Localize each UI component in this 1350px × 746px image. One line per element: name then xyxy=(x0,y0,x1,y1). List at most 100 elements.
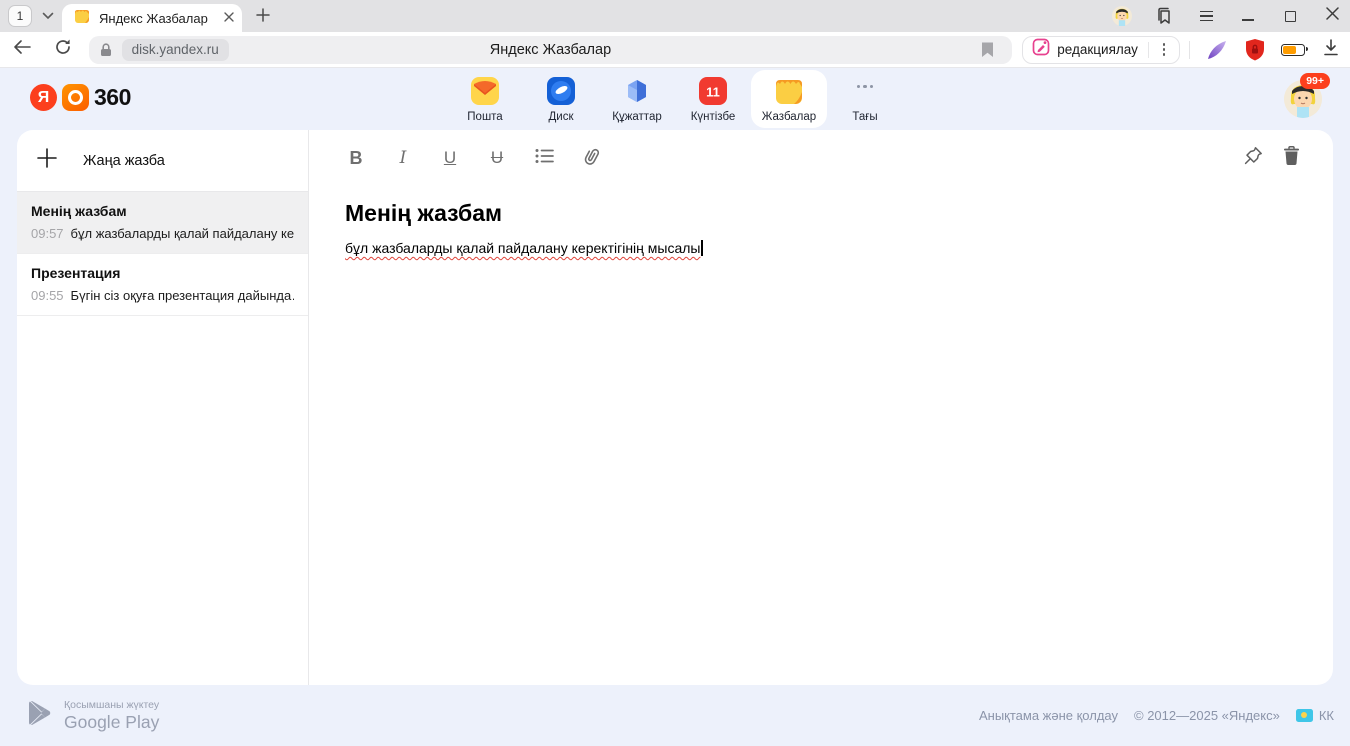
tab-title: Яндекс Жазбалар xyxy=(99,11,224,26)
app-label: Тағы xyxy=(852,111,877,123)
collections-icon[interactable] xyxy=(1154,6,1174,26)
reload-button[interactable] xyxy=(51,38,74,62)
browser-address-bar: disk.yandex.ru Яндекс Жазбалар редакциял… xyxy=(0,32,1350,68)
download-icon xyxy=(1323,39,1339,61)
browser-tab-bar: 1 Яндекс Жазбалар xyxy=(0,0,1350,32)
reload-icon xyxy=(54,38,72,61)
yandex-pen-extension-icon[interactable] xyxy=(1205,37,1230,63)
language-code: КК xyxy=(1319,708,1334,723)
paperclip-icon xyxy=(581,145,601,171)
app-more[interactable]: Тағы xyxy=(827,70,903,128)
app-notes[interactable]: Жазбалар xyxy=(751,70,827,128)
downloads-button[interactable] xyxy=(1319,37,1344,63)
app-switcher: Пошта Диск Құжаттар 11 Күнтізбе Жазбалар… xyxy=(447,70,903,128)
google-play-link[interactable]: Қосымшаны жүктеу Google Play xyxy=(28,699,159,733)
strikethrough-button[interactable]: U xyxy=(486,146,508,170)
app-label: Диск xyxy=(549,111,574,123)
tab-list-chevron-button[interactable] xyxy=(38,6,58,26)
menu-icon xyxy=(1200,11,1213,22)
note-item-preview: бұл жазбаларды қалай пайдалану ке… xyxy=(71,226,294,241)
new-tab-button[interactable] xyxy=(252,6,274,28)
app-label: Құжаттар xyxy=(612,111,661,123)
plus-icon xyxy=(37,148,57,173)
edit-mode-label: редакциялау xyxy=(1057,42,1138,57)
window-restore-button[interactable] xyxy=(1280,6,1300,26)
divider xyxy=(1148,42,1149,58)
window-minimize-button[interactable] xyxy=(1238,6,1258,26)
browser-profile-avatar[interactable] xyxy=(1112,6,1132,26)
url-input[interactable]: disk.yandex.ru Яндекс Жазбалар xyxy=(89,36,1013,64)
note-title-field[interactable]: Менің жазбам xyxy=(345,200,1297,227)
back-button[interactable] xyxy=(10,38,33,62)
notes-icon xyxy=(774,76,804,106)
mail-icon xyxy=(470,76,500,106)
notifications-badge: 99+ xyxy=(1300,73,1330,89)
documents-icon xyxy=(622,76,652,106)
note-item-time: 09:57 xyxy=(31,226,64,241)
note-editor: B I U U Менің жазбам бұл жазбаларды қала… xyxy=(309,130,1333,685)
tab-count-button[interactable]: 1 xyxy=(8,5,32,27)
plus-icon xyxy=(256,8,270,27)
window-close-button[interactable] xyxy=(1322,6,1342,26)
browser-menu-button[interactable] xyxy=(1196,6,1216,26)
app-mail[interactable]: Пошта xyxy=(447,70,523,128)
more-dots-icon xyxy=(850,76,880,106)
service-header: Я 360 Пошта Диск Құжаттар 11 Күнтізбе Жа… xyxy=(0,68,1350,130)
restore-icon xyxy=(1285,11,1296,22)
trash-icon xyxy=(1283,146,1300,170)
pin-icon xyxy=(1244,146,1263,170)
note-item-title: Менің жазбам xyxy=(31,203,294,219)
format-toolbar: B I U U xyxy=(345,130,1297,186)
italic-button[interactable]: I xyxy=(392,146,414,170)
note-body-field[interactable]: бұл жазбаларды қалай пайдалану керектігі… xyxy=(345,240,1297,256)
app-label: Пошта xyxy=(467,111,502,123)
browser-tab[interactable]: Яндекс Жазбалар xyxy=(62,4,242,32)
note-list-item[interactable]: Менің жазбам 09:57 бұл жазбаларды қалай … xyxy=(17,192,308,254)
page-footer: Қосымшаны жүктеу Google Play Анықтама жә… xyxy=(0,685,1350,746)
chevron-down-icon xyxy=(42,7,54,25)
help-support-link[interactable]: Анықтама және қолдау xyxy=(979,708,1118,723)
yandex-logo-icon: Я xyxy=(30,84,57,111)
bold-button[interactable]: B xyxy=(345,146,367,170)
app-label: Күнтізбе xyxy=(691,111,736,123)
app-label: Жазбалар xyxy=(762,111,816,123)
note-item-preview: Бүгін сіз оқуға презентация дайында… xyxy=(71,288,294,303)
app-documents[interactable]: Құжаттар xyxy=(599,70,675,128)
underline-button[interactable]: U xyxy=(439,146,461,170)
profile-button[interactable]: 99+ xyxy=(1284,80,1324,120)
tab-close-icon[interactable] xyxy=(224,9,234,27)
pin-note-button[interactable] xyxy=(1241,146,1265,170)
language-switcher[interactable]: КК xyxy=(1296,708,1334,723)
app-disk[interactable]: Диск xyxy=(523,70,599,128)
text-caret xyxy=(701,240,702,256)
kebab-menu-icon[interactable] xyxy=(1153,39,1175,61)
new-note-button[interactable]: Жаңа жазба xyxy=(17,130,308,192)
minimize-icon xyxy=(1242,19,1254,21)
google-play-icon xyxy=(28,700,52,731)
delete-note-button[interactable] xyxy=(1279,146,1303,170)
disk-icon xyxy=(546,76,576,106)
note-list-item[interactable]: Презентация 09:55 Бүгін сіз оқуға презен… xyxy=(17,254,308,316)
battery-saver-icon[interactable] xyxy=(1281,44,1304,56)
logo-text: 360 xyxy=(94,84,131,111)
lock-icon[interactable] xyxy=(94,40,118,60)
calendar-date: 11 xyxy=(706,84,720,99)
url-domain[interactable]: disk.yandex.ru xyxy=(122,39,229,61)
protect-shield-icon[interactable] xyxy=(1242,37,1267,63)
bookmark-icon[interactable] xyxy=(981,41,994,63)
note-item-title: Презентация xyxy=(31,265,294,281)
edit-mode-button[interactable]: редакциялау xyxy=(1022,36,1180,64)
app-calendar[interactable]: 11 Күнтізбе xyxy=(675,70,751,128)
note-item-time: 09:55 xyxy=(31,288,64,303)
notes-favicon-icon xyxy=(74,8,90,29)
360-logo-icon xyxy=(62,84,89,111)
close-icon xyxy=(1326,7,1339,25)
attach-file-button[interactable] xyxy=(580,146,602,170)
notes-app-card: Жаңа жазба Менің жазбам 09:57 бұл жазбал… xyxy=(17,130,1333,685)
notes-sidebar: Жаңа жазба Менің жазбам 09:57 бұл жазбал… xyxy=(17,130,309,685)
yandex-360-logo[interactable]: Я 360 xyxy=(30,84,131,111)
edit-pencil-icon xyxy=(1032,38,1050,61)
bullet-list-button[interactable] xyxy=(533,146,555,170)
new-note-label: Жаңа жазба xyxy=(83,153,165,169)
list-icon xyxy=(535,148,554,169)
